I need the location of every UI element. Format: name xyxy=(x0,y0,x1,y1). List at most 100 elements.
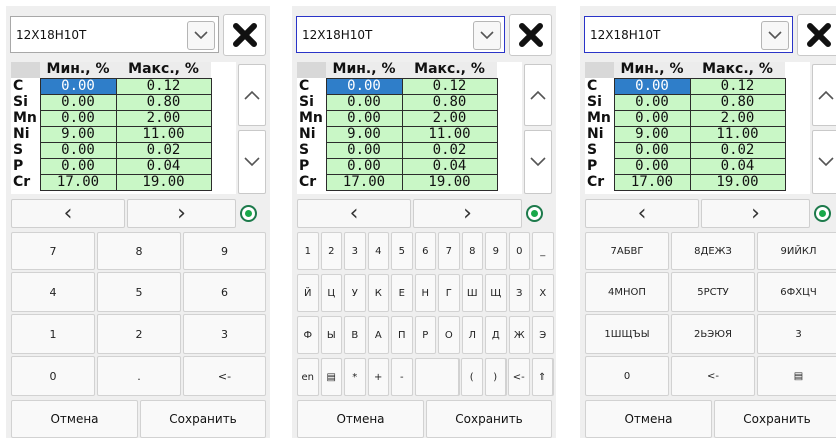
cancel-button[interactable]: Отмена xyxy=(585,400,712,438)
key[interactable]: <- xyxy=(671,356,755,396)
scroll-up-button[interactable] xyxy=(524,64,552,126)
grade-combobox[interactable]: 12X18H10T xyxy=(584,16,793,53)
dropdown-toggle[interactable] xyxy=(473,21,501,50)
scroll-down-button[interactable] xyxy=(238,130,266,194)
min-cell[interactable]: 17.00 xyxy=(39,173,117,191)
min-cell[interactable]: 0.00 xyxy=(325,141,403,159)
min-cell[interactable]: 0.00 xyxy=(39,141,117,159)
next-button[interactable]: › xyxy=(413,199,522,228)
key[interactable]: 5РСТУ xyxy=(671,272,755,312)
keyboard-key[interactable]: 1 xyxy=(297,232,319,270)
key[interactable]: 6ФХЦЧ xyxy=(757,272,836,312)
save-button[interactable]: Сохранить xyxy=(426,400,552,438)
keyboard-key[interactable]: Ж xyxy=(508,316,530,354)
key[interactable]: 1 xyxy=(11,314,95,354)
key[interactable]: 8 xyxy=(97,232,181,270)
keyboard-key[interactable]: 0 xyxy=(508,232,530,270)
keyboard-key[interactable]: ⇑ xyxy=(531,358,553,396)
keyboard-key[interactable]: Й xyxy=(297,274,319,312)
keyboard-key[interactable]: Ш xyxy=(461,274,483,312)
keyboard-key[interactable]: en xyxy=(297,358,319,396)
min-cell[interactable]: 0.00 xyxy=(613,109,691,127)
keyboard-key[interactable]: З xyxy=(508,274,530,312)
min-cell[interactable]: 9.00 xyxy=(613,125,691,143)
keyboard-key[interactable]: Х xyxy=(532,274,554,312)
keyboard-key[interactable]: Л xyxy=(461,316,483,354)
min-cell[interactable]: 17.00 xyxy=(613,173,691,191)
keyboard-key[interactable]: Щ xyxy=(485,274,507,312)
max-cell[interactable]: 0.02 xyxy=(689,141,786,159)
min-cell[interactable]: 0.00 xyxy=(325,157,403,175)
dropdown-toggle[interactable] xyxy=(761,21,789,50)
keyboard-key[interactable]: ) xyxy=(484,358,506,396)
min-cell[interactable]: 0.00 xyxy=(613,93,691,111)
keyboard-key[interactable]: 9 xyxy=(485,232,507,270)
key[interactable]: 6 xyxy=(183,272,266,312)
keyboard-key[interactable]: Э xyxy=(532,316,554,354)
keyboard-key[interactable]: У xyxy=(344,274,366,312)
keyboard-key[interactable]: _ xyxy=(532,232,554,270)
key[interactable]: ▤ xyxy=(757,356,836,396)
key[interactable]: 3 xyxy=(757,314,836,354)
radio-indicator[interactable] xyxy=(240,205,257,222)
cancel-button[interactable]: Отмена xyxy=(297,400,424,438)
save-button[interactable]: Сохранить xyxy=(140,400,266,438)
min-cell[interactable]: 0.00 xyxy=(39,157,117,175)
keyboard-key[interactable]: - xyxy=(391,358,413,396)
key[interactable]: 0 xyxy=(585,356,669,396)
max-cell[interactable]: 0.12 xyxy=(689,77,786,95)
keyboard-key[interactable]: 5 xyxy=(391,232,413,270)
keyboard-key[interactable]: О xyxy=(438,316,460,354)
min-cell[interactable]: 17.00 xyxy=(325,173,403,191)
key[interactable]: <- xyxy=(183,356,266,396)
keyboard-key[interactable]: 2 xyxy=(320,232,342,270)
scroll-up-button[interactable] xyxy=(238,64,266,126)
prev-button[interactable]: ‹ xyxy=(11,199,125,228)
prev-button[interactable]: ‹ xyxy=(297,199,411,228)
max-cell[interactable]: 0.12 xyxy=(115,77,212,95)
max-cell[interactable]: 0.80 xyxy=(401,93,498,111)
max-cell[interactable]: 2.00 xyxy=(401,109,498,127)
min-cell[interactable]: 0.00 xyxy=(39,93,117,111)
grade-combobox[interactable]: 12X18H10T xyxy=(10,16,219,53)
max-cell[interactable]: 11.00 xyxy=(401,125,498,143)
keyboard-key[interactable]: 8 xyxy=(461,232,483,270)
key[interactable]: 5 xyxy=(97,272,181,312)
max-cell[interactable]: 0.04 xyxy=(115,157,212,175)
save-button[interactable]: Сохранить xyxy=(714,400,836,438)
key[interactable]: 0 xyxy=(11,356,95,396)
next-button[interactable]: › xyxy=(701,199,810,228)
min-cell[interactable]: 9.00 xyxy=(325,125,403,143)
keyboard-key[interactable]: ▤ xyxy=(320,358,342,396)
key[interactable]: 8ДЕЖЗ xyxy=(671,232,755,270)
min-cell[interactable]: 0.00 xyxy=(325,109,403,127)
min-cell[interactable]: 0.00 xyxy=(39,77,117,95)
scroll-down-button[interactable] xyxy=(524,130,552,194)
max-cell[interactable]: 0.04 xyxy=(689,157,786,175)
key[interactable]: 1ШЩЪЫ xyxy=(585,314,669,354)
scroll-up-button[interactable] xyxy=(812,64,836,126)
max-cell[interactable]: 19.00 xyxy=(689,173,786,191)
max-cell[interactable]: 0.80 xyxy=(689,93,786,111)
keyboard-key[interactable]: Ф xyxy=(297,316,319,354)
max-cell[interactable]: 0.02 xyxy=(115,141,212,159)
prev-button[interactable]: ‹ xyxy=(585,199,699,228)
key[interactable]: . xyxy=(97,356,181,396)
max-cell[interactable]: 19.00 xyxy=(401,173,498,191)
min-cell[interactable]: 9.00 xyxy=(39,125,117,143)
next-button[interactable]: › xyxy=(127,199,236,228)
max-cell[interactable]: 0.02 xyxy=(401,141,498,159)
close-button[interactable] xyxy=(509,14,552,56)
max-cell[interactable]: 0.80 xyxy=(115,93,212,111)
max-cell[interactable]: 0.12 xyxy=(401,77,498,95)
keyboard-key[interactable]: 7 xyxy=(438,232,460,270)
key[interactable]: 2ЬЭЮЯ xyxy=(671,314,755,354)
max-cell[interactable]: 19.00 xyxy=(115,173,212,191)
radio-indicator[interactable] xyxy=(526,205,543,222)
max-cell[interactable]: 2.00 xyxy=(115,109,212,127)
keyboard-key[interactable]: А xyxy=(367,316,389,354)
cancel-button[interactable]: Отмена xyxy=(11,400,138,438)
key[interactable]: 7АБВГ xyxy=(585,232,669,270)
keyboard-key[interactable]: 4 xyxy=(367,232,389,270)
keyboard-key[interactable]: Ы xyxy=(320,316,342,354)
